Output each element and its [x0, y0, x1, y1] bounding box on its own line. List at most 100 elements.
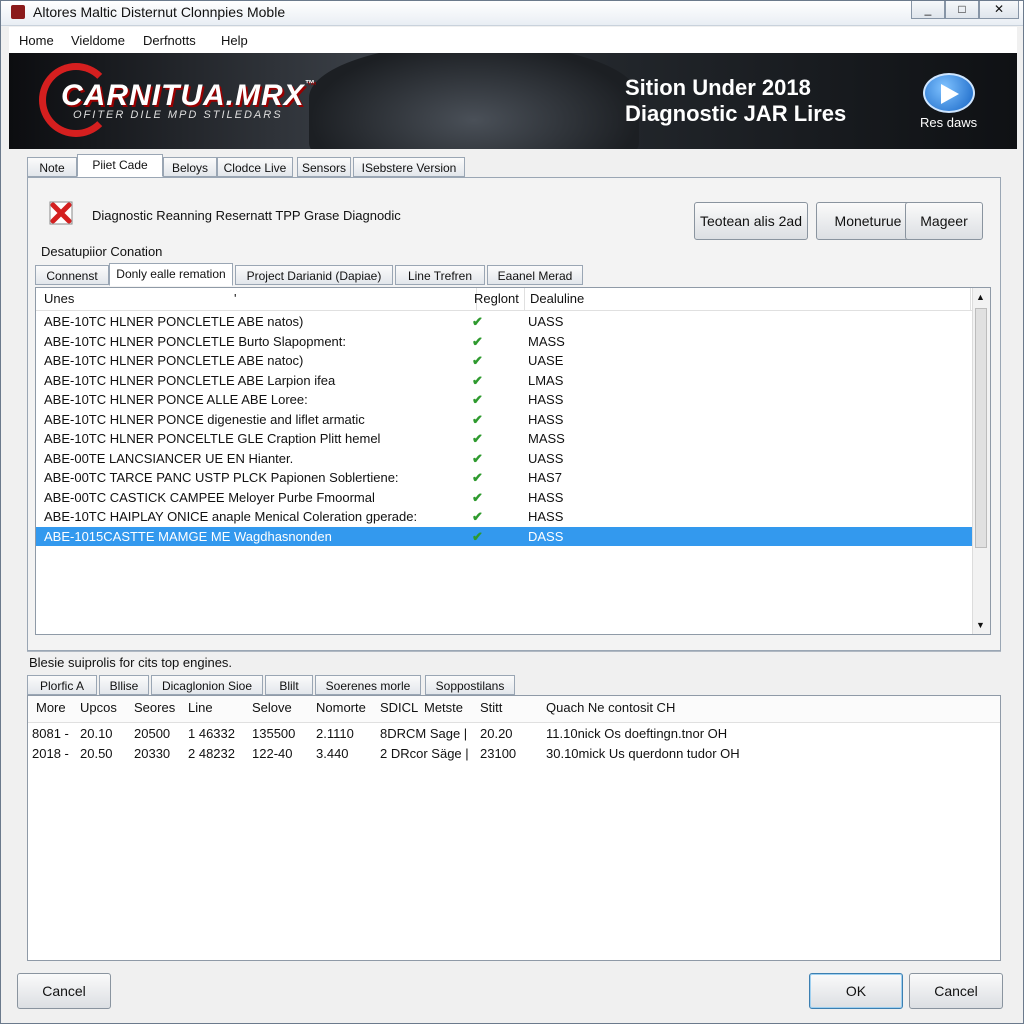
- tab-clodce-live[interactable]: Clodce Live: [217, 157, 293, 177]
- banner-headline-line1: Sition Under 2018: [625, 75, 811, 100]
- bcol-stitt[interactable]: Stitt: [480, 700, 502, 715]
- table-cell: 122-40: [252, 746, 293, 761]
- subtab-line-trefren[interactable]: Line Trefren: [395, 265, 485, 285]
- list-item-status: HASS: [528, 392, 564, 407]
- bcol-metste[interactable]: Metste: [424, 700, 463, 715]
- tab-version[interactable]: ISebstere Version: [353, 157, 465, 177]
- table-cell: 20.50: [80, 746, 113, 761]
- list-item[interactable]: ABE-10TC HLNER PONCLETLE ABE natoc) ✔ UASE: [36, 351, 972, 371]
- scroll-down-arrow-icon[interactable]: ▼: [976, 620, 985, 630]
- col-header-dealuline[interactable]: Dealuline: [530, 288, 971, 310]
- list-item-code: ABE-00TC TARCE PANC USTP PLCK Papionen S…: [44, 470, 399, 485]
- bcol-selove[interactable]: Selove: [252, 700, 292, 715]
- list-item[interactable]: ABE-00TC CASTICK CAMPEE Meloyer Purbe Fm…: [36, 488, 972, 508]
- bcol-sdicl[interactable]: SDICL: [380, 700, 418, 715]
- list-item-status: UASS: [528, 450, 564, 466]
- list-item[interactable]: ABE-10TC HAIPLAY ONICE anaple Menical Co…: [36, 507, 972, 527]
- tab-note[interactable]: Note: [27, 157, 77, 177]
- btab-blilt[interactable]: Blilt: [265, 675, 313, 695]
- col-header-marker: ': [234, 291, 237, 306]
- btab-soppostilans[interactable]: Soppostilans: [425, 675, 515, 695]
- table-cell: 20.20: [480, 726, 513, 741]
- play-arrow-icon[interactable]: [923, 73, 975, 113]
- tab-sensors[interactable]: Sensors: [297, 157, 351, 177]
- menu-vieldome[interactable]: Vieldome: [71, 33, 125, 48]
- table-row[interactable]: 2018 - 20.50 20330 2 48232 122-40 3.440 2 DRco…: [28, 744, 998, 764]
- bcol-nomorte[interactable]: Nomorte: [316, 700, 366, 715]
- list-item[interactable]: ABE-10TC HLNER PONCELTLE GLE Craption Pl…: [36, 429, 972, 449]
- col-header-reglont[interactable]: Reglont: [474, 288, 525, 310]
- checkmark-icon[interactable]: ✔: [472, 314, 483, 330]
- list-item-code: ABE-10TC HAIPLAY ONICE anaple Menical Co…: [44, 509, 418, 524]
- scroll-thumb[interactable]: [975, 308, 987, 548]
- checkmark-icon[interactable]: ✔: [472, 353, 483, 369]
- table-cell: 8DRCM Sage |: [380, 726, 468, 741]
- bcol-seores[interactable]: Seores: [134, 700, 175, 715]
- table-row[interactable]: 8081 - 20.10 20500 1 46332 135500 2.1110 8DRCM…: [28, 724, 998, 744]
- table-cell: 135500: [252, 726, 296, 741]
- bcol-quach[interactable]: Quach Ne contosit CH: [546, 700, 675, 715]
- list-item[interactable]: ABE-10TC HLNER PONCLETLE ABE Larpion ife…: [36, 371, 972, 391]
- btab-soerenes[interactable]: Soerenes morle: [315, 675, 421, 695]
- play-label[interactable]: Res daws: [920, 115, 977, 130]
- col-header-unes[interactable]: Unes ': [36, 288, 477, 310]
- list-item[interactable]: ABE-00TC TARCE PANC USTP PLCK Papionen S…: [36, 468, 972, 488]
- list-item-status: DASS: [528, 528, 564, 544]
- minimize-button[interactable]: _: [911, 1, 945, 19]
- checkmark-icon[interactable]: ✔: [472, 470, 483, 486]
- teotean-button[interactable]: Teotean alis 2ad: [694, 202, 808, 240]
- cancel-left-button[interactable]: Cancel: [17, 973, 111, 1009]
- list-item-status: UASE: [528, 353, 564, 368]
- menu-derfnotts[interactable]: Derfnotts: [143, 33, 196, 48]
- list-item-code: ABE-10TC HLNER PONCE digenestie and lifl…: [44, 411, 365, 427]
- tab-piiet-cade[interactable]: Piiet Cade: [77, 154, 163, 177]
- checkmark-icon[interactable]: ✔: [472, 392, 483, 408]
- bottom-table-header: More Upcos Seores Line Selove Nomorte SD…: [28, 696, 1000, 723]
- checkmark-icon[interactable]: ✔: [472, 490, 483, 506]
- close-button[interactable]: ✕: [979, 1, 1019, 19]
- list-item[interactable]: ABE-10TC HLNER PONCE digenestie and lifl…: [36, 410, 972, 430]
- menu-help[interactable]: Help: [221, 33, 248, 48]
- bcol-upcos[interactable]: Upcos: [80, 700, 117, 715]
- app-icon: [11, 5, 25, 19]
- brand-tagline: OFITER DILE MPD STILEDARS: [73, 109, 283, 121]
- table-cell: 20330: [134, 746, 171, 761]
- bcol-more[interactable]: More: [36, 700, 66, 715]
- menu-home[interactable]: Home: [19, 33, 54, 48]
- subtab-donly[interactable]: Donly ealle remation: [109, 263, 233, 286]
- list-item-status: LMAS: [528, 372, 564, 388]
- list-item[interactable]: ABE-10TC HLNER PONCLETLE Burto Slapopmen…: [36, 332, 972, 352]
- checkmark-icon[interactable]: ✔: [472, 431, 483, 447]
- list-item-status: HASS: [528, 489, 564, 505]
- list-item[interactable]: ABE-1015CASTTE MAMGE ME Wagdhasnonden ✔ DA…: [36, 526, 972, 546]
- ok-button[interactable]: OK: [809, 973, 903, 1009]
- bcol-line[interactable]: Line: [188, 700, 213, 715]
- checkmark-icon[interactable]: ✔: [472, 334, 483, 350]
- list-item-status: MASS: [528, 431, 565, 446]
- scroll-up-arrow-icon[interactable]: ▲: [976, 292, 985, 302]
- list-item[interactable]: ABE-10TC HLNER PONCE ALLE ABE Loree: ✔ HAS…: [36, 390, 972, 410]
- subtab-eaanel-merad[interactable]: Eaanel Merad: [487, 265, 583, 285]
- error-x-icon: [44, 196, 78, 230]
- checkmark-icon[interactable]: ✔: [472, 412, 483, 428]
- cancel-right-button[interactable]: Cancel: [909, 973, 1003, 1009]
- list-item[interactable]: ABE-10TC HLNER PONCLETLE ABE natos) ✔ UASS: [36, 312, 972, 332]
- list-item[interactable]: ABE-00TE LANCSIANCER UE EN Hianter. ✔ UASS: [36, 449, 972, 469]
- btab-plorfic[interactable]: Plorfic A: [27, 675, 97, 695]
- list-scrollbar[interactable]: ▲ ▼: [972, 288, 990, 634]
- checkmark-icon[interactable]: ✔: [472, 529, 483, 545]
- subtab-connenst[interactable]: Connenst: [35, 265, 109, 285]
- subtab-project[interactable]: Project Darianid (Dapiae): [235, 265, 393, 285]
- checkmark-icon[interactable]: ✔: [472, 373, 483, 389]
- checkmark-icon[interactable]: ✔: [472, 509, 483, 525]
- section-suiprolis-label: Blesie suiprolis for cits top engines.: [29, 655, 233, 670]
- btab-dicaglonion[interactable]: Dicaglonion Sioe: [151, 675, 263, 695]
- maximize-button[interactable]: □: [945, 1, 979, 19]
- btab-bllise[interactable]: Bllise: [99, 675, 149, 695]
- table-cell: 2018 -: [32, 746, 69, 761]
- tab-beloys[interactable]: Beloys: [163, 157, 217, 177]
- checkmark-icon[interactable]: ✔: [472, 451, 483, 467]
- table-cell: 20.10: [80, 726, 113, 741]
- table-cell: 2 48232: [188, 746, 235, 761]
- mageer-button[interactable]: Mageer: [905, 202, 983, 240]
